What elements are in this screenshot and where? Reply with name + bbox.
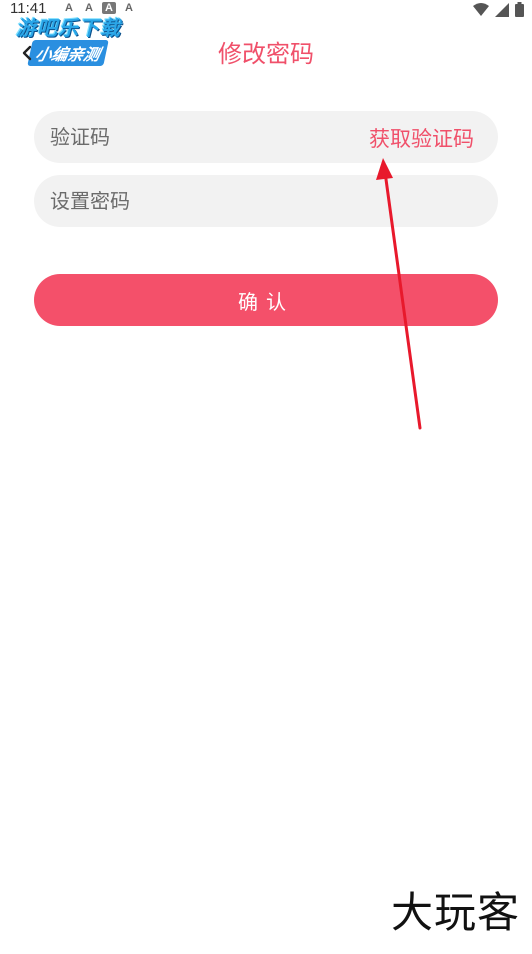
signal-icon <box>495 2 509 17</box>
password-input[interactable] <box>34 175 498 227</box>
bottom-watermark: 大玩客 <box>390 888 520 937</box>
get-code-button[interactable]: 获取验证码 <box>369 123 474 153</box>
wifi-icon <box>473 2 489 16</box>
verification-code-field: 获取验证码 <box>34 111 498 163</box>
screen: 11:41 A A A A 游吧乐下载 小编亲测 修改密码 验证码 获取验证码 … <box>0 0 532 954</box>
page-title: 修改密码 <box>218 40 314 68</box>
status-indicators <box>473 2 524 17</box>
password-field <box>34 175 498 227</box>
confirm-button[interactable]: 确认 <box>34 274 498 326</box>
battery-icon <box>515 2 524 17</box>
